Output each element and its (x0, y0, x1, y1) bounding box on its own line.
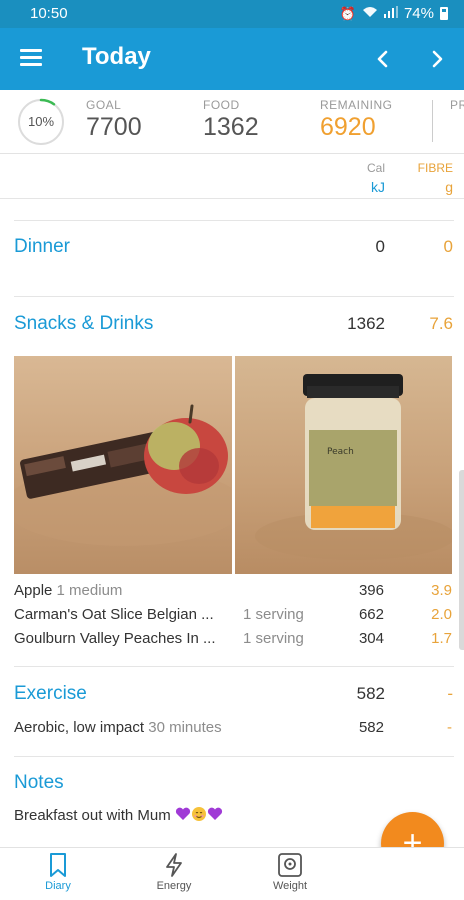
remaining-value: 6920 (320, 113, 376, 141)
alarm-icon: ⏰ (339, 5, 356, 21)
battery-percent: 74% (403, 5, 434, 22)
summary-divider (432, 100, 433, 142)
exercise-duration: 30 minutes (148, 719, 222, 736)
exercise-kj: 582 (356, 684, 385, 703)
app-bar: Today (0, 28, 464, 90)
notes-title[interactable]: Notes (14, 772, 64, 794)
status-bar: 10:50 ⏰ 74% (0, 0, 464, 28)
bottom-nav: Diary Energy Weight (0, 847, 464, 900)
note-text[interactable]: Breakfast out with Mum (14, 806, 223, 826)
exercise-fibre: - (447, 684, 453, 703)
divider (14, 666, 454, 667)
purple-heart-icon (207, 807, 223, 825)
exercise-title[interactable]: Exercise (14, 683, 87, 705)
svg-text:Peach: Peach (327, 447, 354, 457)
food-fibre: 3.9 (431, 582, 452, 599)
next-label: PR (450, 98, 464, 112)
meal-photo[interactable]: Peach (234, 356, 452, 574)
food-kj: 396 (358, 582, 384, 599)
purple-heart-icon (175, 807, 191, 825)
food-column: FOOD 1362 (203, 98, 259, 142)
divider (14, 756, 454, 757)
nav-diary-label: Diary (45, 880, 71, 892)
chevron-left-icon[interactable] (368, 41, 398, 77)
unit-kj[interactable]: kJ (371, 179, 385, 195)
food-name: Carman's Oat Slice Belgian ... (14, 606, 214, 623)
food-serving: 1 serving (243, 630, 304, 647)
food-kj: 304 (358, 630, 384, 647)
battery-icon (440, 7, 448, 20)
food-row[interactable]: Apple 1 medium 396 3.9 (14, 582, 454, 604)
dinner-kj: 0 (375, 237, 385, 256)
food-serving: 1 serving (243, 606, 304, 623)
unit-cal[interactable]: Cal (367, 161, 385, 175)
note-body: Breakfast out with Mum (14, 806, 171, 824)
meal-photo[interactable] (14, 356, 232, 574)
food-kj: 662 (358, 606, 384, 623)
units-header: Cal kJ FIBRE g (0, 155, 464, 199)
lightning-icon (166, 853, 182, 877)
unit-g[interactable]: g (445, 179, 453, 195)
divider (14, 220, 454, 221)
dinner-fibre: 0 (443, 237, 453, 256)
food-name: Goulburn Valley Peaches In ... (14, 630, 216, 647)
exercise-name: Aerobic, low impact (14, 719, 145, 736)
goal-column: GOAL 7700 (86, 98, 142, 142)
goal-value: 7700 (86, 113, 142, 141)
goal-label: GOAL (86, 98, 122, 112)
food-label: FOOD (203, 98, 240, 112)
food-value: 1362 (203, 113, 259, 141)
unit-fibre[interactable]: FIBRE (418, 161, 453, 175)
nav-weight-label: Weight (272, 880, 308, 892)
menu-icon[interactable] (20, 49, 42, 67)
exercise-row[interactable]: Aerobic, low impact 30 minutes 582 - (14, 719, 454, 741)
divider (14, 296, 454, 297)
food-fibre: 1.7 (431, 630, 452, 647)
chevron-right-icon[interactable] (422, 41, 452, 77)
food-fibre: 2.0 (431, 606, 452, 623)
nav-energy-label: Energy (156, 880, 192, 892)
dinner-title[interactable]: Dinner (14, 236, 70, 258)
food-portion: 1 medium (56, 582, 123, 599)
food-name: Apple (14, 582, 53, 599)
wifi-icon (362, 6, 378, 21)
exercise-item-fibre: - (447, 719, 452, 736)
exercise-item-kj: 582 (358, 719, 384, 736)
remaining-label: REMAINING (320, 98, 393, 112)
nav-energy[interactable]: Energy (129, 850, 219, 900)
bookmark-icon (50, 853, 66, 877)
nav-diary[interactable]: Diary (13, 850, 103, 900)
next-column: PR (450, 98, 464, 112)
page-title: Today (82, 43, 151, 70)
food-row[interactable]: Goulburn Valley Peaches In ... 1 serving… (14, 630, 454, 652)
snacks-kj: 1362 (347, 314, 385, 333)
signal-icon (383, 6, 398, 21)
scale-icon (278, 853, 302, 877)
remaining-column: REMAINING 6920 (320, 98, 393, 142)
scrollbar[interactable] (459, 470, 464, 650)
snacks-title[interactable]: Snacks & Drinks (14, 313, 153, 335)
progress-percent: 10% (27, 114, 55, 129)
energy-summary: 10% GOAL 7700 FOOD 1362 REMAINING 6920 P… (0, 90, 464, 154)
nav-weight[interactable]: Weight (245, 850, 335, 900)
meal-photos: Peach (14, 356, 452, 574)
smiling-face-icon (191, 806, 207, 826)
status-time: 10:50 (30, 5, 68, 22)
food-row[interactable]: Carman's Oat Slice Belgian ... 1 serving… (14, 606, 454, 628)
status-icons: ⏰ 74% (340, 5, 448, 22)
snacks-fibre: 7.6 (429, 314, 453, 333)
